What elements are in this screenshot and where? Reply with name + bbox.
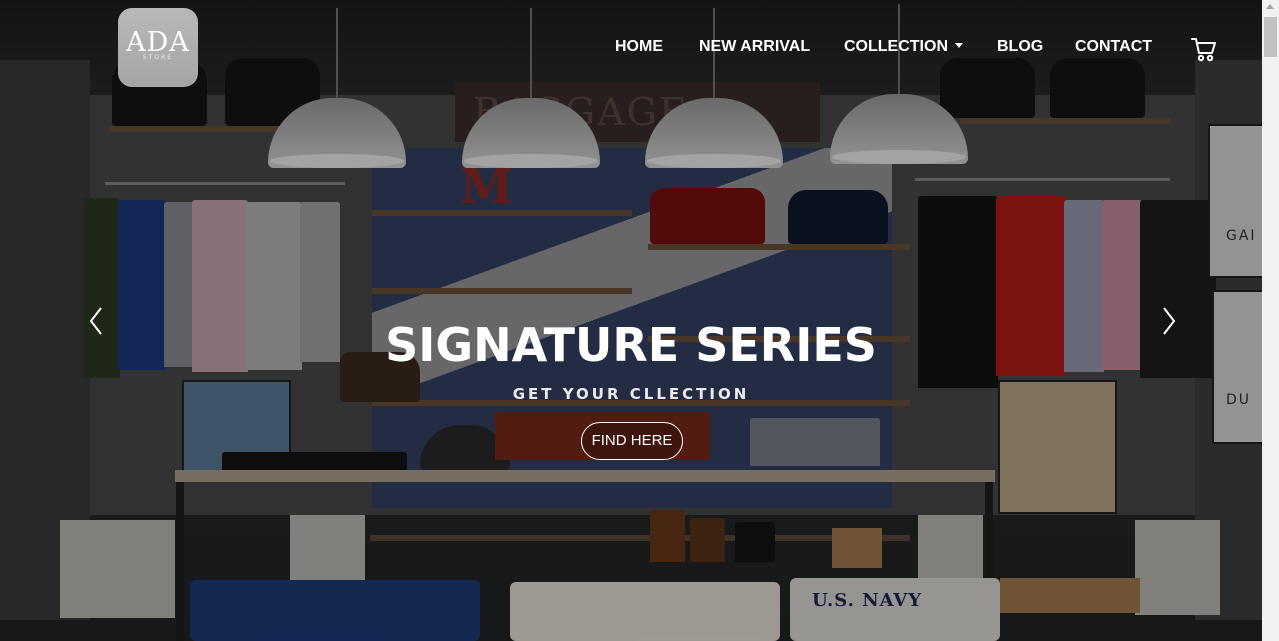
nav-collection[interactable]: COLLECTION: [844, 36, 963, 58]
nav-new-arrival[interactable]: NEW ARRIVAL: [699, 36, 810, 58]
logo-subtext: STORE: [142, 54, 174, 61]
chevron-left-icon[interactable]: [88, 306, 104, 336]
nav-blog[interactable]: BLOG: [997, 36, 1043, 58]
scroll-thumb[interactable]: [1264, 17, 1277, 57]
cart-icon[interactable]: [1190, 35, 1218, 63]
scroll-up-arrow[interactable]: [1266, 4, 1274, 9]
page-scrollbar[interactable]: [1262, 0, 1279, 641]
nav-home[interactable]: HOME: [615, 36, 663, 58]
brand-logo[interactable]: ADA STORE: [118, 8, 198, 87]
hero-title: SIGNATURE SERIES: [385, 318, 877, 372]
hero-subtitle: GET YOUR CLLECTION: [512, 385, 750, 403]
nav-collection-label: COLLECTION: [844, 38, 948, 55]
chevron-right-icon[interactable]: [1161, 306, 1177, 336]
find-here-button[interactable]: FIND HERE: [581, 422, 683, 460]
caret-down-icon: [955, 43, 963, 48]
nav-contact[interactable]: CONTACT: [1075, 36, 1152, 58]
